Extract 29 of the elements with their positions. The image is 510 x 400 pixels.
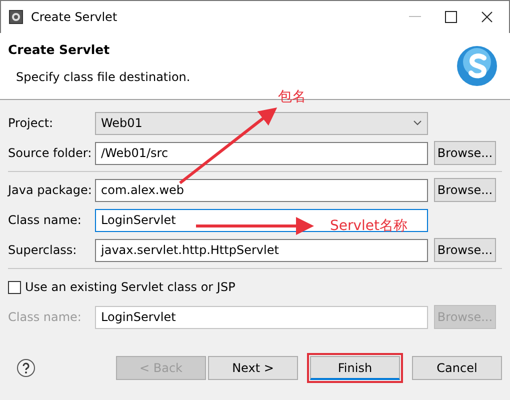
page-description: Specify class file destination. [16, 68, 192, 86]
dialog-button[interactable]: Cancel [412, 356, 502, 380]
window-title: Create Servlet [31, 9, 118, 26]
dropdown[interactable]: Web01 [95, 112, 428, 134]
close-icon[interactable] [481, 11, 493, 23]
field-label: Project: [8, 115, 54, 132]
annotation-text: Servlet名称 [330, 219, 408, 234]
app-icon [9, 10, 23, 24]
chevron-icon [413, 120, 422, 126]
servlet-logo-icon [456, 45, 498, 87]
input-field[interactable]: com.alex.web [95, 178, 428, 202]
help-icon[interactable] [16, 358, 36, 378]
input-field[interactable]: javax.servlet.http.HttpServlet [95, 238, 428, 262]
maximize-icon[interactable] [445, 11, 457, 23]
checkbox[interactable] [8, 280, 21, 294]
field-label: Class name: [8, 212, 82, 229]
field-label: Source folder: [8, 145, 93, 162]
dialog-button[interactable]: Next > [208, 356, 298, 380]
field-label: Java package: [8, 182, 93, 199]
page-title: Create Servlet [8, 41, 111, 59]
browse-button[interactable]: Browse... [434, 141, 496, 165]
annotation-text: 包名 [278, 90, 306, 106]
input-field[interactable]: /Web01/src [95, 142, 428, 164]
checkbox-label: Use an existing Servlet class or JSP [25, 279, 236, 296]
dialog-button[interactable]: Finish [310, 356, 400, 380]
browse-button[interactable]: Browse... [434, 178, 496, 202]
field-label: Superclass: [8, 242, 78, 259]
browse-button[interactable]: Browse... [434, 238, 496, 262]
field-label: Class name: [8, 309, 82, 326]
